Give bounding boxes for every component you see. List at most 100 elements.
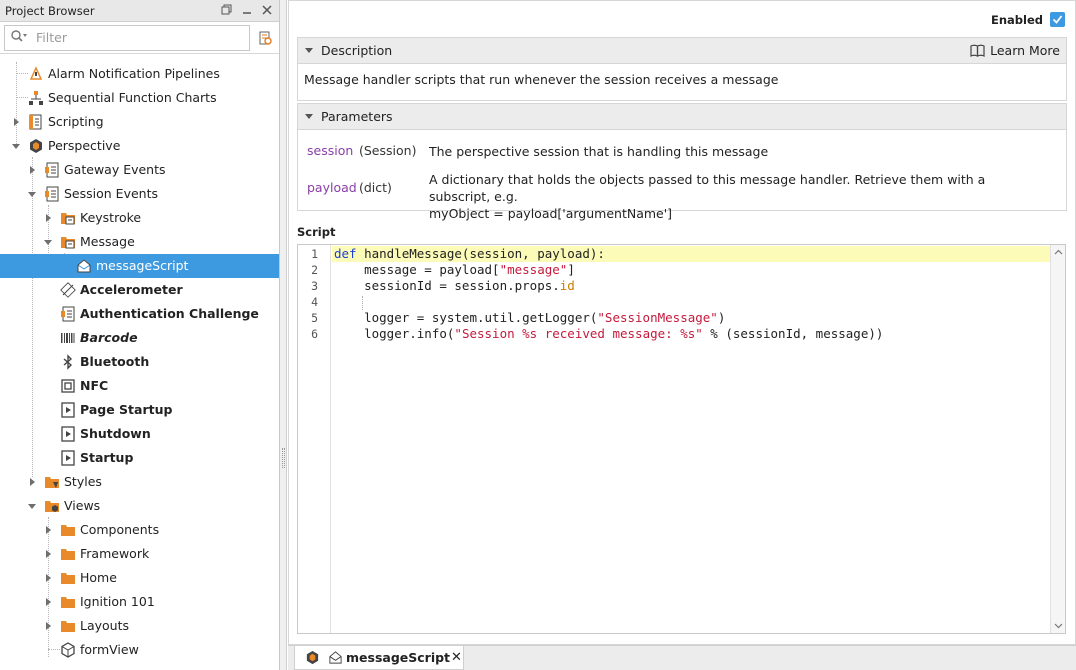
tree-node-messagescript[interactable]: messageScript [0, 254, 279, 278]
tree-node-ignition-101[interactable]: Ignition 101 [0, 590, 279, 614]
tree-node-label: Sequential Function Charts [48, 90, 217, 105]
collapse-triangle-icon[interactable] [305, 48, 313, 53]
tree-node-perspective[interactable]: Perspective [0, 134, 279, 158]
folder-views-icon [44, 498, 60, 514]
expand-arrow-icon[interactable] [11, 117, 21, 127]
scripting-icon [28, 114, 44, 130]
tree-node-components[interactable]: Components [0, 518, 279, 542]
tree-node-label: Page Startup [80, 402, 173, 417]
line-number: 3 [311, 279, 318, 293]
line-number: 6 [311, 327, 318, 341]
minimize-icon[interactable] [239, 2, 255, 18]
param-row-session: session (Session) The perspective sessio… [307, 143, 1049, 160]
tree-node-session-events[interactable]: Session Events [0, 182, 279, 206]
tree-node-label: Perspective [48, 138, 121, 153]
expand-arrow-icon[interactable] [43, 213, 53, 223]
tree-node-label: Shutdown [80, 426, 151, 441]
folder-script-icon [60, 234, 76, 250]
collapse-arrow-icon[interactable] [27, 501, 37, 511]
folder-icon [60, 570, 76, 586]
expand-arrow-icon[interactable] [27, 165, 37, 175]
param-name: payload [307, 180, 357, 195]
filter-input[interactable] [36, 30, 236, 45]
tree-node-sequential-function-charts[interactable]: Sequential Function Charts [0, 86, 279, 110]
collapse-arrow-icon[interactable] [11, 141, 21, 151]
tree-node-label: Components [80, 522, 160, 537]
nfc-icon [60, 378, 76, 394]
scroll-up-icon [1054, 249, 1063, 255]
expand-arrow-icon[interactable] [27, 477, 37, 487]
tree-node-gateway-events[interactable]: Gateway Events [0, 158, 279, 182]
tree-node-accelerometer[interactable]: Accelerometer [0, 278, 279, 302]
enabled-checkbox[interactable] [1050, 12, 1065, 27]
collapse-arrow-icon[interactable] [43, 237, 53, 247]
param-name: session [307, 143, 354, 158]
collapse-triangle-icon[interactable] [305, 114, 313, 119]
parameters-header[interactable]: Parameters [298, 104, 1066, 130]
code-line[interactable] [332, 294, 1050, 310]
code-editor[interactable]: 1 2 3 4 5 6 def handleMessage(session, p… [297, 244, 1066, 634]
script-editor-panel: Enabled Description Learn More Message h… [288, 0, 1076, 645]
tree-node-label: Views [64, 498, 101, 513]
filter-row [0, 22, 279, 54]
tree-node-label: Session Events [64, 186, 158, 201]
learn-more-label[interactable]: Learn More [990, 43, 1060, 58]
tree-node-page-startup[interactable]: Page Startup [0, 398, 279, 422]
text-cursor [362, 295, 363, 310]
parameters-title: Parameters [321, 109, 393, 124]
tree-node-authentication-challenge[interactable]: Authentication Challenge [0, 302, 279, 326]
tree-node-alarm-notification-pipelines[interactable]: Alarm Notification Pipelines [0, 62, 279, 86]
locate-in-tree-icon[interactable] [255, 28, 275, 48]
tree-node-formview[interactable]: formView [0, 638, 279, 662]
tree-node-shutdown[interactable]: Shutdown [0, 422, 279, 446]
collapse-arrow-icon[interactable] [27, 189, 37, 199]
perspective-icon [305, 650, 320, 668]
expand-arrow-icon[interactable] [43, 549, 53, 559]
tree-node-label: Keystroke [80, 210, 142, 225]
script-doc-icon [60, 306, 76, 322]
perspective-icon [28, 138, 44, 154]
tree-node-label: Home [80, 570, 117, 585]
tab-close-icon[interactable]: ✕ [451, 650, 462, 665]
panel-splitter[interactable] [280, 0, 287, 670]
splitter-grip[interactable] [282, 448, 285, 468]
tree-node-layouts[interactable]: Layouts [0, 614, 279, 638]
tree-node-views[interactable]: Views [0, 494, 279, 518]
alarm-pipeline-icon [28, 66, 44, 82]
filter-box[interactable] [4, 24, 250, 51]
tree-node-nfc[interactable]: NFC [0, 374, 279, 398]
tree-node-keystroke[interactable]: Keystroke [0, 206, 279, 230]
code-line[interactable]: message = payload["message"] [332, 262, 1050, 278]
expand-arrow-icon[interactable] [43, 573, 53, 583]
tree-node-home[interactable]: Home [0, 566, 279, 590]
tree-node-scripting[interactable]: Scripting [0, 110, 279, 134]
expand-arrow-icon[interactable] [43, 597, 53, 607]
description-section: Description Learn More Message handler s… [297, 37, 1067, 101]
tree-node-framework[interactable]: Framework [0, 542, 279, 566]
code-line[interactable]: logger.info("Session %s received message… [332, 326, 1050, 342]
tree-node-message[interactable]: Message [0, 230, 279, 254]
tab-messagescript[interactable]: messageScript ✕ [294, 646, 464, 670]
code-lines[interactable]: def handleMessage(session, payload): mes… [332, 245, 1050, 633]
code-line[interactable]: logger = system.util.getLogger("SessionM… [332, 310, 1050, 326]
code-line[interactable]: sessionId = session.props.id [332, 278, 1050, 294]
vertical-scrollbar[interactable] [1050, 245, 1065, 633]
editor-area: Enabled Description Learn More Message h… [288, 0, 1076, 670]
expand-arrow-icon[interactable] [43, 525, 53, 535]
description-header[interactable]: Description Learn More [298, 38, 1066, 64]
learn-more-link[interactable]: Learn More [970, 43, 1060, 58]
tree-node-startup[interactable]: Startup [0, 446, 279, 470]
expand-arrow-icon[interactable] [43, 621, 53, 631]
editor-tab-bar: messageScript ✕ [288, 645, 1076, 670]
close-icon[interactable] [259, 2, 275, 18]
tab-label[interactable]: messageScript [346, 650, 450, 665]
restore-window-icon[interactable] [219, 2, 235, 18]
line-number: 2 [311, 263, 318, 277]
code-line[interactable]: def handleMessage(session, payload): [332, 246, 1050, 262]
tree-node-barcode[interactable]: Barcode [0, 326, 279, 350]
tree-node-bluetooth[interactable]: Bluetooth [0, 350, 279, 374]
project-browser-panel: Project Browser Filter Alarm Notificatio… [0, 0, 280, 670]
enabled-row: Enabled [991, 12, 1065, 27]
message-script-icon [328, 650, 343, 668]
tree-node-styles[interactable]: Styles [0, 470, 279, 494]
